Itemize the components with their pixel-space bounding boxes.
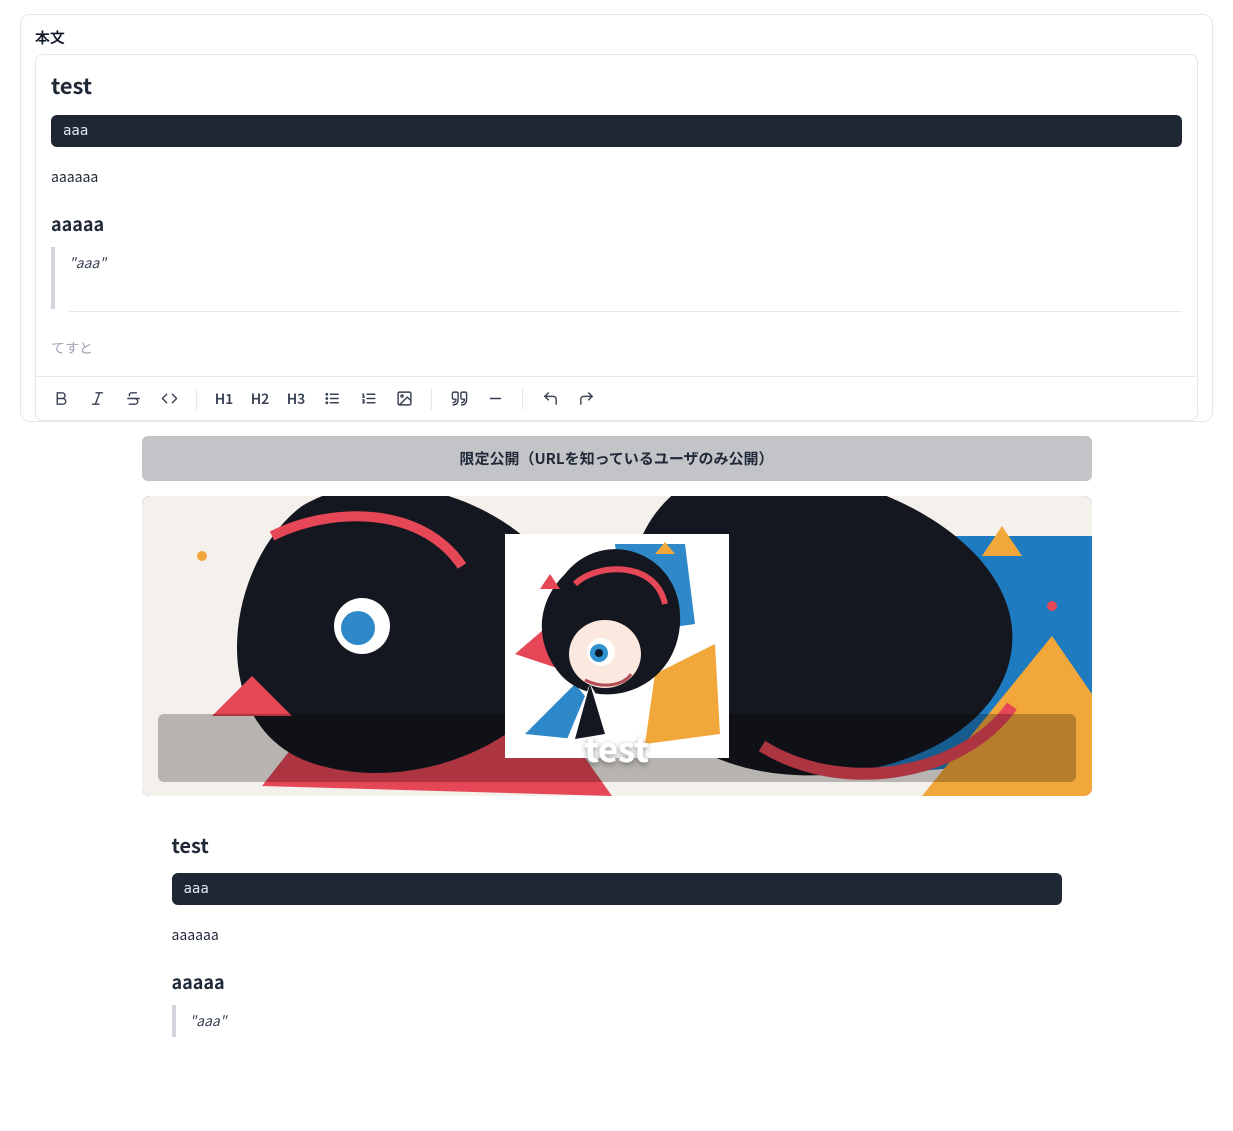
editor-code-block[interactable]: aaa — [51, 115, 1182, 147]
editor-heading-1[interactable]: test — [51, 69, 1182, 101]
h2-button[interactable]: H2 — [243, 382, 277, 416]
bullet-list-button[interactable] — [315, 382, 349, 416]
horizontal-rule-button[interactable] — [478, 382, 512, 416]
toolbar-separator-1 — [196, 388, 197, 410]
toolbar-separator-2 — [431, 388, 432, 410]
editor-paragraph[interactable]: aaaaaa — [51, 167, 1182, 187]
editor-toolbar: H1 H2 H3 — [36, 376, 1197, 420]
editor-box: test aaa aaaaaa aaaaa "aaa" てすと — [35, 54, 1198, 421]
preview-blockquote-text: "aaa" — [190, 1011, 227, 1031]
code-button[interactable] — [152, 382, 186, 416]
preview-heading-1: test — [172, 830, 1062, 859]
visibility-label: 限定公開（URLを知っているユーザのみ公開） — [459, 448, 773, 469]
editor-blockquote[interactable]: "aaa" — [51, 247, 1182, 309]
editor-heading-2[interactable]: aaaaa — [51, 211, 1182, 237]
hero-title: test — [584, 723, 649, 772]
preview-heading-2: aaaaa — [172, 969, 1062, 995]
editor-blockquote-text: "aaa" — [69, 253, 1182, 273]
preview-code-block: aaa — [172, 873, 1062, 905]
editor-panel: 本文 test aaa aaaaaa aaaaa "aaa" てすと — [20, 14, 1213, 422]
editor-divider — [69, 311, 1182, 312]
blockquote-button[interactable] — [442, 382, 476, 416]
italic-button[interactable] — [80, 382, 114, 416]
toolbar-separator-3 — [522, 388, 523, 410]
ordered-list-button[interactable] — [351, 382, 385, 416]
redo-button[interactable] — [569, 382, 603, 416]
h1-button[interactable]: H1 — [207, 382, 241, 416]
undo-button[interactable] — [533, 382, 567, 416]
h3-button[interactable]: H3 — [279, 382, 313, 416]
hero-banner: test — [142, 496, 1092, 796]
preview-blockquote: "aaa" — [172, 1005, 1062, 1037]
visibility-bar[interactable]: 限定公開（URLを知っているユーザのみ公開） — [142, 436, 1092, 481]
preview-paragraph: aaaaaa — [172, 925, 1062, 945]
bold-button[interactable] — [44, 382, 78, 416]
editor-content-area[interactable]: test aaa aaaaaa aaaaa "aaa" てすと — [36, 55, 1197, 376]
editor-placeholder[interactable]: てすと — [51, 338, 1182, 358]
preview-body: test aaa aaaaaa aaaaa "aaa" — [168, 830, 1066, 1067]
editor-panel-label: 本文 — [35, 27, 1198, 48]
strike-button[interactable] — [116, 382, 150, 416]
image-button[interactable] — [387, 382, 421, 416]
